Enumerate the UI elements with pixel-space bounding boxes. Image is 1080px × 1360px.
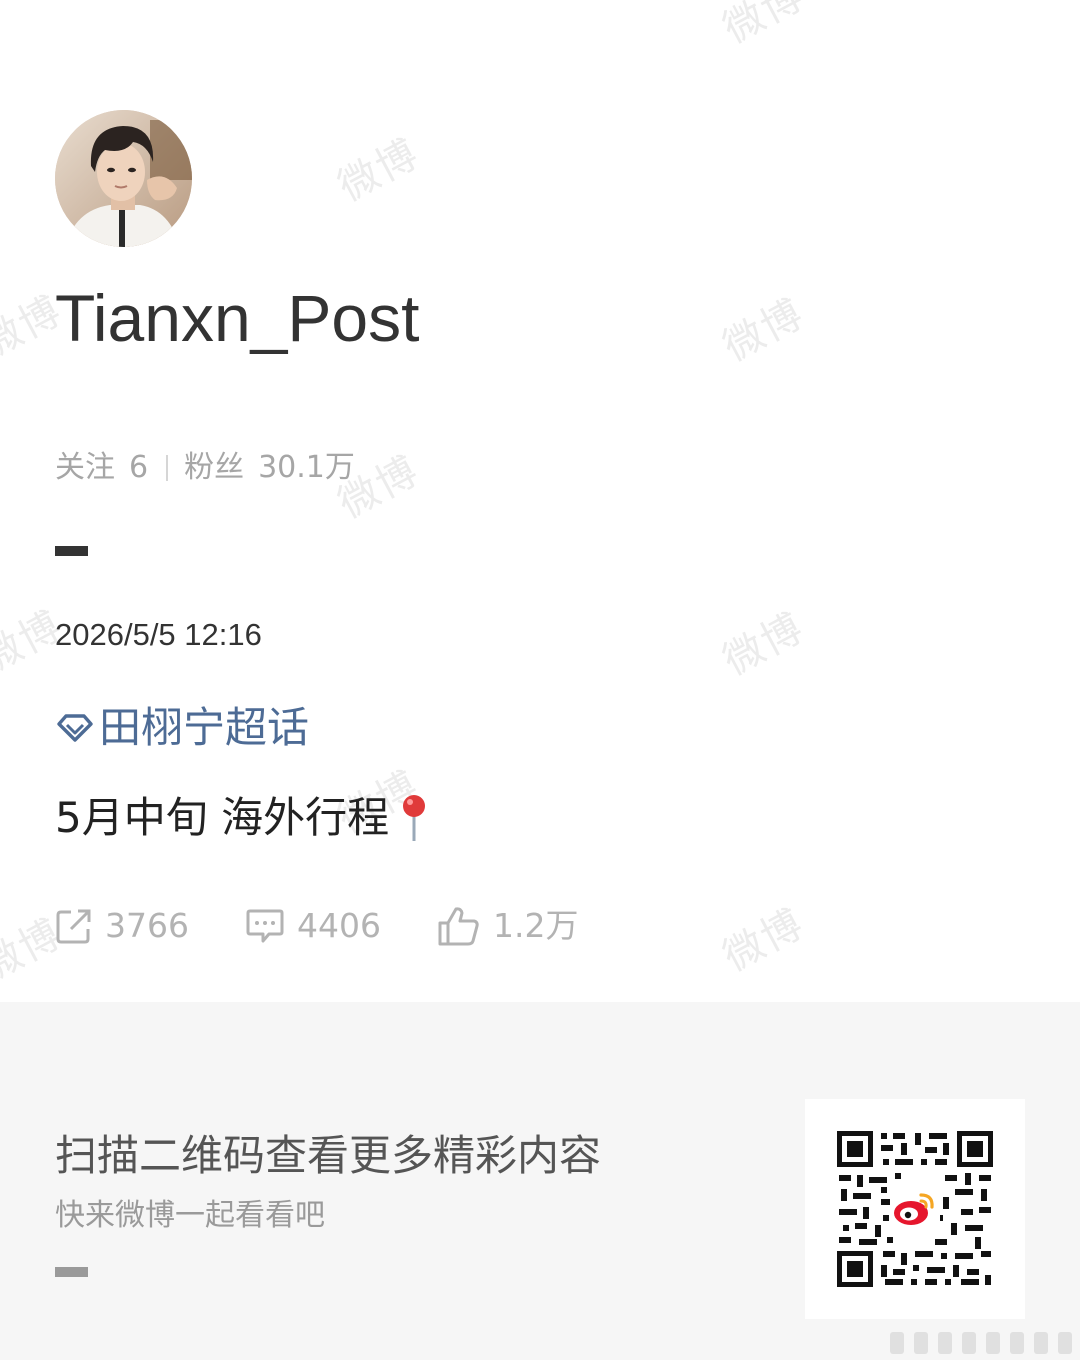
post-actions: 3766 4406 1.2万 bbox=[55, 902, 578, 950]
location-pin-icon bbox=[403, 795, 426, 841]
comment-count: 4406 bbox=[296, 906, 381, 945]
qr-code[interactable] bbox=[805, 1099, 1025, 1319]
watermark: 微博 bbox=[715, 604, 812, 685]
section-divider bbox=[55, 546, 88, 556]
weibo-share-card: 微博 微博 微博 微博 微博 微博 微博 微博 微博 微博 Tianxn_Pos… bbox=[0, 0, 1080, 1360]
footer-divider bbox=[55, 1267, 88, 1277]
footer-title: 扫描二维码查看更多精彩内容 bbox=[55, 1131, 602, 1180]
username[interactable]: Tianxn_Post bbox=[55, 278, 419, 358]
following-count[interactable]: 6 bbox=[129, 448, 148, 488]
footer-subtitle: 快来微博一起看看吧 bbox=[55, 1198, 325, 1233]
avatar-photo bbox=[55, 110, 192, 247]
qr-code-image bbox=[835, 1129, 995, 1289]
followers-count[interactable]: 30.1万 bbox=[258, 448, 355, 488]
comment-icon bbox=[246, 909, 284, 943]
follow-stats: 关注 6 粉丝 30.1万 bbox=[55, 448, 355, 488]
like-button[interactable]: 1.2万 bbox=[437, 902, 578, 950]
watermark: 微博 bbox=[330, 130, 427, 211]
super-topic-label: 田栩宁超话 bbox=[99, 703, 310, 752]
super-topic-link[interactable]: 田栩宁超话 bbox=[55, 700, 309, 756]
post-content: 5月中旬 海外行程 bbox=[55, 790, 429, 846]
followers-label: 粉丝 bbox=[184, 450, 245, 485]
diamond-icon bbox=[57, 714, 93, 742]
watermark: 微博 bbox=[715, 900, 812, 981]
watermark bbox=[888, 1326, 1078, 1360]
repost-button[interactable]: 3766 bbox=[55, 902, 189, 950]
thumbs-up-icon bbox=[438, 907, 479, 946]
repost-count: 3766 bbox=[105, 906, 189, 945]
post-text: 5月中旬 海外行程 bbox=[55, 793, 390, 842]
bottom-watermark-icon bbox=[890, 1332, 1072, 1354]
following-label: 关注 bbox=[55, 450, 115, 485]
comment-button[interactable]: 4406 bbox=[245, 902, 381, 950]
post-timestamp: 2026/5/5 12:16 bbox=[55, 617, 262, 652]
watermark: 微博 bbox=[715, 0, 812, 53]
watermark: 微博 bbox=[715, 290, 812, 371]
stats-divider bbox=[166, 455, 169, 481]
like-count: 1.2万 bbox=[492, 906, 579, 945]
avatar[interactable] bbox=[55, 110, 192, 247]
repost-icon bbox=[56, 909, 91, 944]
